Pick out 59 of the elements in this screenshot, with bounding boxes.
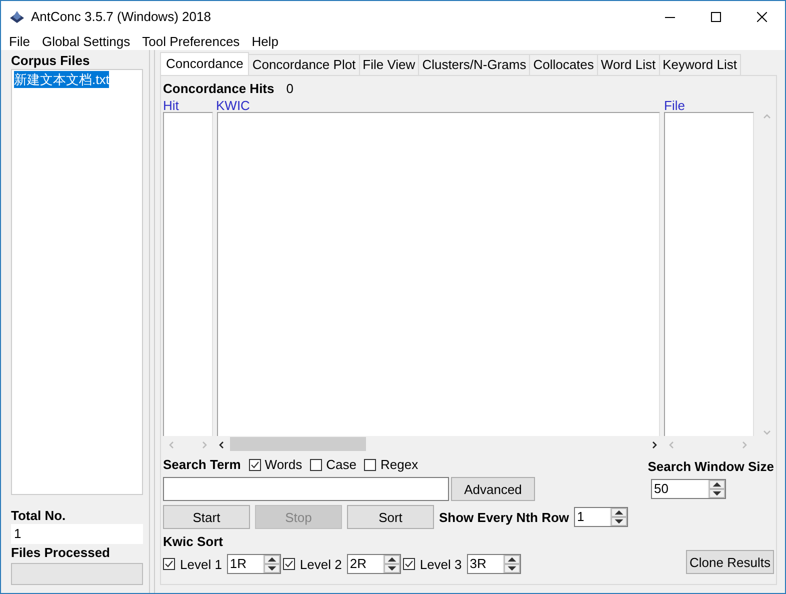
file-item[interactable]: 新建文本文档.txt [14,71,110,88]
checkbox[interactable] [282,558,295,570]
spin-up-icon[interactable] [384,555,400,564]
total-field: 1 [11,524,143,544]
maximize-icon[interactable] [711,12,721,22]
action-button[interactable]: Start [163,505,250,529]
search-field[interactable] [163,477,449,501]
nth-row-spinner[interactable]: 1 [574,507,628,527]
checkbox-label: Regex [380,457,418,472]
checkbox-label: Level 1 [180,556,222,572]
tab[interactable]: Keyword List [658,54,741,75]
checkbox[interactable] [163,558,175,570]
scroll-left-icon[interactable] [217,440,226,448]
spin-up-icon[interactable] [709,480,725,489]
spin-up-icon[interactable] [611,508,628,517]
level-spinner[interactable]: 2R [346,554,401,574]
close-icon[interactable] [757,12,767,22]
files-processed-label: Files Processed [11,544,111,561]
window-title: AntConc 3.5.7 (Windows) 2018 [31,9,212,24]
checkbox[interactable] [402,558,415,570]
checkbox[interactable] [310,458,322,470]
window-size-label: Search Window Size [648,458,774,475]
spin-down-icon[interactable] [709,489,725,498]
menu-item[interactable]: File [3,34,36,48]
checkbox[interactable] [248,458,261,470]
checkbox[interactable] [364,458,376,470]
nth-row-label: Show Every Nth Row [439,508,570,526]
spin-down-icon[interactable] [504,564,520,573]
tab[interactable]: Concordance [160,52,250,75]
scrollbar-thumb[interactable] [230,437,366,451]
spin-down-icon[interactable] [264,564,280,573]
checkbox-label: Level 3 [420,556,462,572]
menu-item[interactable]: Help [246,34,284,48]
advanced-button[interactable]: Advanced [451,477,535,501]
column-header[interactable]: File [664,99,685,112]
spin-up-icon[interactable] [504,555,520,564]
level-spinner[interactable]: 3R [466,554,521,574]
checkbox-label: Level 2 [300,556,342,572]
column-header[interactable]: KWIC [216,99,664,112]
corpus-files-label: Corpus Files [11,52,91,69]
checkbox-label: Case [326,457,356,472]
column-header[interactable]: Hit [163,99,216,112]
scroll-right-icon[interactable] [650,440,659,448]
checkbox-label: Words [264,457,302,472]
spin-up-icon[interactable] [264,555,280,564]
action-button[interactable]: Sort [347,505,434,529]
spin-down-icon[interactable] [611,517,628,526]
clone-results-button[interactable]: Clone Results [686,550,774,574]
spin-down-icon[interactable] [384,564,400,573]
menu-item[interactable]: Tool Preferences [136,34,246,48]
menu-item[interactable]: Global Settings [36,34,136,48]
level-spinner[interactable]: 1R [226,554,281,574]
window-size-spinner[interactable]: 50 [651,479,726,499]
app-icon [9,8,25,24]
search-term-label: Search Term [163,456,241,473]
total-label: Total No. [11,507,67,524]
kwic-sort-label: Kwic Sort [163,533,224,550]
hits-label: Concordance Hits [163,80,274,96]
hits-count: 0 [286,80,294,96]
